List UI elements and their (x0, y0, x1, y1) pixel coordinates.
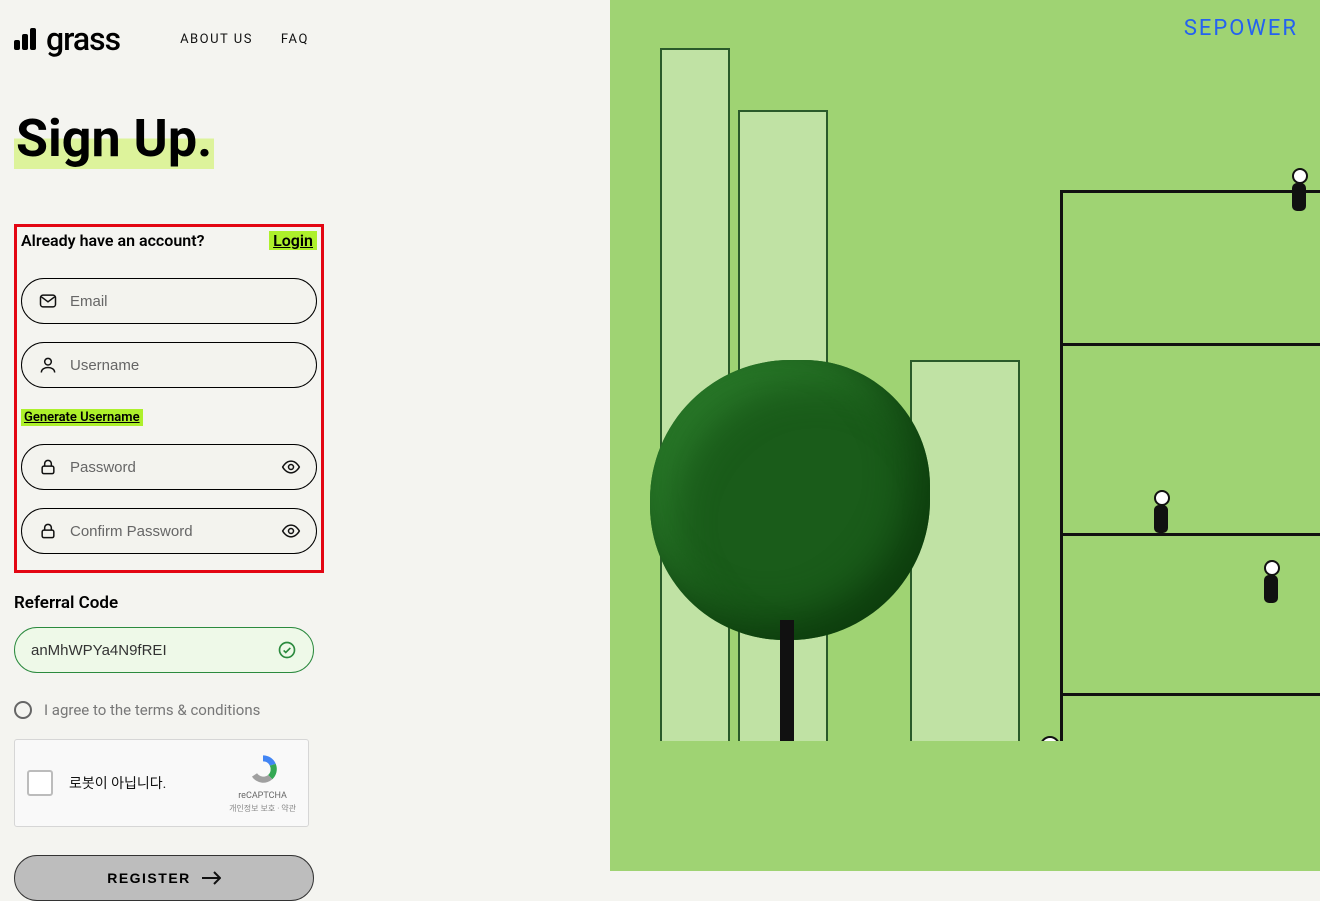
referral-field-wrap[interactable] (14, 627, 314, 673)
left-panel: grass ABOUT US FAQ Sign Up. Already have… (0, 0, 610, 871)
logo-bars-icon (14, 28, 36, 50)
user-icon (38, 355, 58, 375)
recaptcha-widget[interactable]: 로봇이 아닙니다. reCAPTCHA 개인정보 보호 · 약관 (14, 739, 309, 827)
header: grass ABOUT US FAQ (14, 20, 596, 58)
eye-icon[interactable] (281, 457, 301, 477)
referral-label: Referral Code (14, 593, 596, 613)
terms-radio[interactable] (14, 701, 32, 719)
check-circle-icon (277, 640, 297, 660)
recaptcha-icon (246, 752, 280, 786)
arrow-right-icon (201, 871, 221, 885)
signup-form-highlighted: Already have an account? Login Generate … (14, 224, 324, 573)
confirm-password-field-wrap[interactable] (21, 508, 317, 554)
lock-icon (38, 457, 58, 477)
already-row: Already have an account? Login (21, 231, 317, 250)
register-button[interactable]: REGISTER (14, 855, 314, 901)
illustration-panel: SEPOWER (610, 0, 1320, 871)
register-label: REGISTER (107, 870, 191, 886)
generate-username-link[interactable]: Generate Username (21, 409, 143, 426)
email-input[interactable] (70, 293, 300, 310)
nav-about[interactable]: ABOUT US (180, 32, 253, 47)
password-field-wrap[interactable] (21, 444, 317, 490)
nav-faq[interactable]: FAQ (281, 32, 309, 47)
eye-icon[interactable] (281, 521, 301, 541)
already-text: Already have an account? (21, 231, 204, 250)
recaptcha-label: 로봇이 아닙니다. (69, 773, 213, 793)
email-field-wrap[interactable] (21, 278, 317, 324)
recaptcha-checkbox[interactable] (27, 770, 53, 796)
terms-text: I agree to the terms & conditions (44, 701, 260, 719)
nav: ABOUT US FAQ (180, 32, 309, 47)
referral-input[interactable] (31, 642, 265, 659)
city-illustration (610, 0, 1320, 871)
username-input[interactable] (70, 357, 300, 374)
lock-icon (38, 521, 58, 541)
recaptcha-branding: reCAPTCHA 개인정보 보호 · 약관 (229, 752, 296, 814)
mail-icon (38, 291, 58, 311)
logo-text: grass (46, 20, 120, 58)
logo[interactable]: grass (14, 20, 120, 58)
password-input[interactable] (70, 459, 269, 476)
page-title: Sign Up. (14, 108, 214, 169)
username-field-wrap[interactable] (21, 342, 317, 388)
terms-row[interactable]: I agree to the terms & conditions (14, 701, 596, 719)
login-link[interactable]: Login (269, 231, 317, 250)
confirm-password-input[interactable] (70, 523, 269, 540)
